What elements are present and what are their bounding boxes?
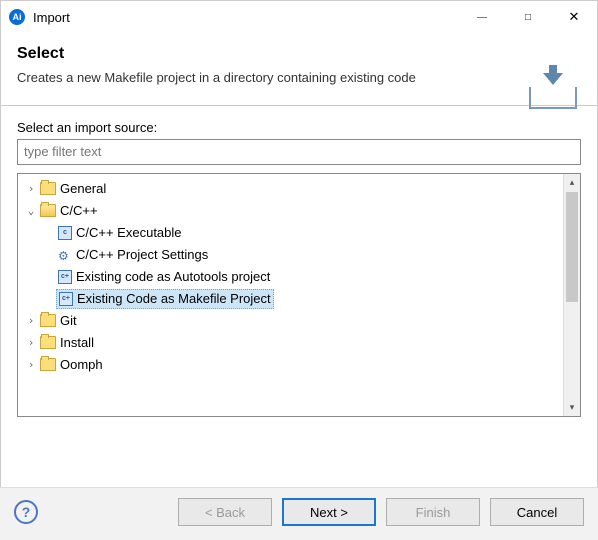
titlebar: Ai Import — □ ✕ [1, 1, 597, 33]
tree-container: › General ⌄ C/C++ cC/C++ Executable C/C+… [17, 173, 581, 417]
scroll-down-icon[interactable]: ▾ [564, 399, 580, 416]
page-title: Select [17, 45, 581, 63]
tree-node-makefile[interactable]: c+Existing Code as Makefile Project [20, 288, 561, 310]
import-source-tree[interactable]: › General ⌄ C/C++ cC/C++ Executable C/C+… [18, 174, 563, 416]
page-description: Creates a new Makefile project in a dire… [17, 69, 437, 87]
wizard-header: Select Creates a new Makefile project in… [1, 33, 597, 105]
tree-node-ccpp[interactable]: ⌄ C/C++ [20, 200, 561, 222]
tree-node-install[interactable]: › Install [20, 332, 561, 354]
folder-icon [40, 314, 56, 327]
maximize-button[interactable]: □ [505, 1, 551, 33]
chevron-down-icon[interactable]: ⌄ [24, 204, 38, 217]
tree-node-general[interactable]: › General [20, 178, 561, 200]
tree-node-oomph[interactable]: › Oomph [20, 354, 561, 376]
content-area: Select an import source: › General ⌄ C/C… [1, 106, 597, 425]
c-file-icon: c+ [58, 270, 72, 284]
tree-scrollbar[interactable]: ▴ ▾ [563, 174, 580, 416]
gear-icon [58, 248, 72, 262]
back-button[interactable]: < Back [178, 498, 272, 526]
chevron-right-icon[interactable]: › [24, 358, 38, 371]
folder-icon [40, 358, 56, 371]
tree-node-ccpp-executable[interactable]: cC/C++ Executable [20, 222, 561, 244]
app-icon: Ai [9, 9, 25, 25]
scroll-thumb[interactable] [566, 192, 578, 302]
window-title: Import [33, 10, 459, 25]
tree-node-autotools[interactable]: c+Existing code as Autotools project [20, 266, 561, 288]
next-button[interactable]: Next > [282, 498, 376, 526]
import-banner-icon [529, 75, 577, 109]
window-controls: — □ ✕ [459, 1, 597, 33]
cancel-button[interactable]: Cancel [490, 498, 584, 526]
source-prompt: Select an import source: [17, 120, 581, 135]
chevron-right-icon[interactable]: › [24, 314, 38, 327]
button-bar: ? < Back Next > Finish Cancel [0, 487, 598, 540]
folder-icon [40, 336, 56, 349]
tree-node-git[interactable]: › Git [20, 310, 561, 332]
folder-open-icon [40, 204, 56, 217]
filter-input[interactable] [17, 139, 581, 165]
chevron-right-icon[interactable]: › [24, 336, 38, 349]
minimize-button[interactable]: — [459, 1, 505, 33]
chevron-right-icon[interactable]: › [24, 182, 38, 195]
c-file-icon: c [58, 226, 72, 240]
folder-icon [40, 182, 56, 195]
scroll-up-icon[interactable]: ▴ [564, 174, 580, 191]
help-icon[interactable]: ? [14, 500, 38, 524]
close-button[interactable]: ✕ [551, 1, 597, 33]
c-file-icon: c+ [59, 292, 73, 306]
tree-node-ccpp-settings[interactable]: C/C++ Project Settings [20, 244, 561, 266]
finish-button[interactable]: Finish [386, 498, 480, 526]
